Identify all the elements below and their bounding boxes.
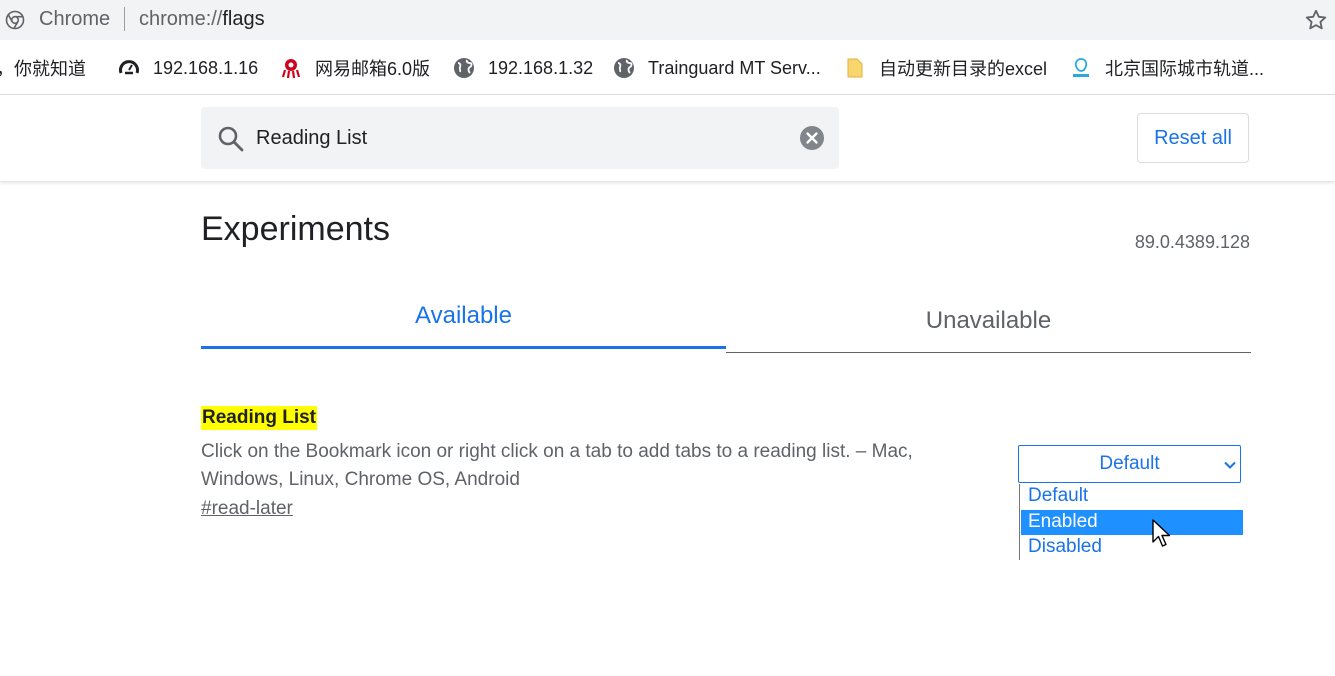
bookmark-item[interactable]: 北京国际城市轨道... xyxy=(1069,56,1264,80)
metro-icon xyxy=(1069,56,1093,80)
experiment-description: Click on the Bookmark icon or right clic… xyxy=(201,441,913,490)
globe-icon xyxy=(452,56,476,80)
version-label: 89.0.4389.128 xyxy=(1134,232,1250,252)
chrome-logo-icon xyxy=(5,10,25,30)
bookmark-label: 北京国际城市轨道... xyxy=(1105,59,1265,79)
reset-all-button[interactable]: Reset all xyxy=(1137,113,1249,163)
url-text[interactable]: chrome://flags xyxy=(139,8,265,31)
bookmark-item[interactable]: 192.168.1.32 xyxy=(452,56,593,80)
bookmark-label: ，你就知道 xyxy=(0,59,86,79)
mouse-cursor-icon xyxy=(1152,519,1171,547)
bookmark-star-icon[interactable] xyxy=(1304,8,1328,32)
search-icon xyxy=(218,126,244,152)
tab-available[interactable]: Available xyxy=(201,285,726,349)
bookmark-item[interactable]: 网易邮箱6.0版 xyxy=(279,56,430,80)
chevron-down-icon xyxy=(1224,461,1236,469)
experiment-permalink[interactable]: #read-later xyxy=(201,498,293,520)
bookmark-item[interactable]: ，你就知道 xyxy=(0,56,86,80)
clear-search-icon[interactable] xyxy=(799,125,825,151)
address-bar[interactable]: Chrome chrome://flags xyxy=(0,0,1335,40)
url-path: flags xyxy=(222,8,265,30)
search-box[interactable] xyxy=(201,107,839,169)
option-disabled[interactable]: Disabled xyxy=(1021,535,1243,560)
site-name: Chrome xyxy=(39,8,111,30)
experiment-state-select[interactable]: Default xyxy=(1018,445,1241,483)
option-default[interactable]: Default xyxy=(1021,484,1243,509)
divider xyxy=(124,7,125,31)
folder-icon xyxy=(843,56,867,80)
tab-unavailable[interactable]: Unavailable xyxy=(726,289,1251,353)
page-title: Experiments xyxy=(201,210,390,248)
netease-mail-icon xyxy=(279,56,303,80)
bookmark-item[interactable]: 192.168.1.16 xyxy=(117,56,258,80)
bookmark-label: 192.168.1.32 xyxy=(488,57,594,78)
globe-icon xyxy=(612,56,636,80)
bookmark-label: 192.168.1.16 xyxy=(153,57,259,78)
bookmark-label: 网易邮箱6.0版 xyxy=(315,59,431,79)
select-value: Default xyxy=(1099,453,1160,474)
flags-header: Reset all xyxy=(0,95,1335,181)
bookmark-item[interactable]: 自动更新目录的excel xyxy=(843,56,1047,80)
search-input[interactable] xyxy=(256,121,776,155)
select-dropdown: Default Enabled Disabled xyxy=(1019,484,1243,560)
bookmark-label: Trainguard MT Serv... xyxy=(648,57,821,78)
option-enabled[interactable]: Enabled xyxy=(1021,510,1243,535)
gauge-icon xyxy=(117,56,141,80)
bookmark-item[interactable]: Trainguard MT Serv... xyxy=(612,56,821,80)
bookmarks-bar: ，你就知道 192.168.1.16 网易邮箱6.0版 192.168.1.32… xyxy=(0,40,1335,95)
experiment-title: Reading List xyxy=(201,406,318,430)
url-scheme: chrome:// xyxy=(139,8,223,30)
bookmark-label: 自动更新目录的excel xyxy=(879,59,1048,79)
